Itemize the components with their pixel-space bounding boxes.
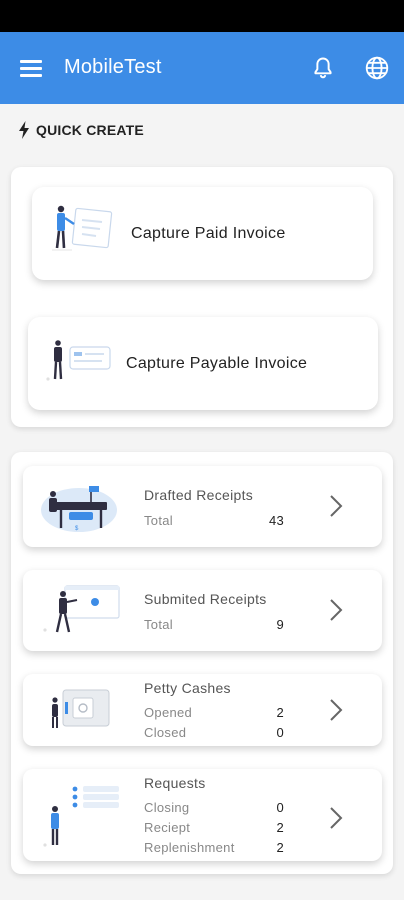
row-label: Total [144, 617, 173, 632]
status-bar [0, 0, 404, 32]
row-value: 43 [268, 513, 284, 528]
app-bar: MobileTest [0, 32, 404, 104]
chevron-right-icon [330, 807, 343, 829]
drafted-receipts-illustration: $ [41, 486, 117, 532]
row-label: Reciept [144, 820, 191, 835]
requests-card[interactable]: Requests Closing 0 Reciept 2 Replenishme… [23, 769, 382, 861]
row-value: 0 [276, 725, 284, 740]
petty-cashes-opened-row: Opened 2 [144, 705, 284, 723]
capture-paid-invoice-button[interactable]: Capture Paid Invoice [32, 187, 373, 280]
requests-replenishment-row: Replenishment 2 [144, 840, 284, 858]
bell-icon[interactable] [310, 55, 336, 81]
row-value: 9 [276, 617, 284, 632]
row-value: 2 [276, 840, 284, 855]
capture-payable-invoice-button[interactable]: Capture Payable Invoice [28, 317, 378, 410]
row-label: Closing [144, 800, 190, 815]
quick-create-label: QUICK CREATE [36, 122, 144, 138]
drafted-receipts-total-row: Total 43 [144, 513, 284, 531]
drafted-receipts-title: Drafted Receipts [144, 487, 254, 503]
chevron-right-icon [330, 495, 343, 517]
quick-create-heading: QUICK CREATE [18, 120, 144, 140]
chevron-right-icon [330, 599, 343, 621]
row-label: Opened [144, 705, 193, 720]
capture-paid-invoice-label: Capture Paid Invoice [131, 225, 286, 242]
chevron-right-icon [330, 699, 343, 721]
lightning-icon [19, 121, 29, 139]
petty-cashes-card[interactable]: Petty Cashes Opened 2 Closed 0 [23, 674, 382, 746]
requests-reciept-row: Reciept 2 [144, 820, 284, 838]
row-value: 0 [276, 800, 284, 815]
row-value: 2 [276, 705, 284, 720]
petty-cashes-illustration [52, 689, 110, 728]
row-label: Closed [144, 725, 187, 740]
requests-title: Requests [144, 775, 206, 791]
submited-receipts-title: Submited Receipts [144, 591, 267, 607]
requests-closing-row: Closing 0 [144, 800, 284, 818]
submited-receipts-illustration [43, 585, 120, 633]
petty-cashes-title: Petty Cashes [144, 680, 231, 696]
submited-receipts-total-row: Total 9 [144, 617, 284, 635]
paid-invoice-illustration [52, 205, 113, 251]
submited-receipts-card[interactable]: Submited Receipts Total 9 [23, 570, 382, 651]
row-label: Total [144, 513, 173, 528]
menu-icon[interactable] [20, 57, 42, 79]
row-label: Replenishment [144, 840, 235, 855]
row-value: 2 [276, 820, 284, 835]
payable-invoice-illustration [46, 340, 111, 381]
requests-illustration [43, 786, 119, 847]
app-title: MobileTest [64, 56, 162, 78]
petty-cashes-closed-row: Closed 0 [144, 725, 284, 743]
globe-icon[interactable] [364, 55, 390, 81]
capture-payable-invoice-label: Capture Payable Invoice [126, 355, 308, 372]
drafted-receipts-card[interactable]: $ Drafted Receipts Total 43 [23, 466, 382, 547]
